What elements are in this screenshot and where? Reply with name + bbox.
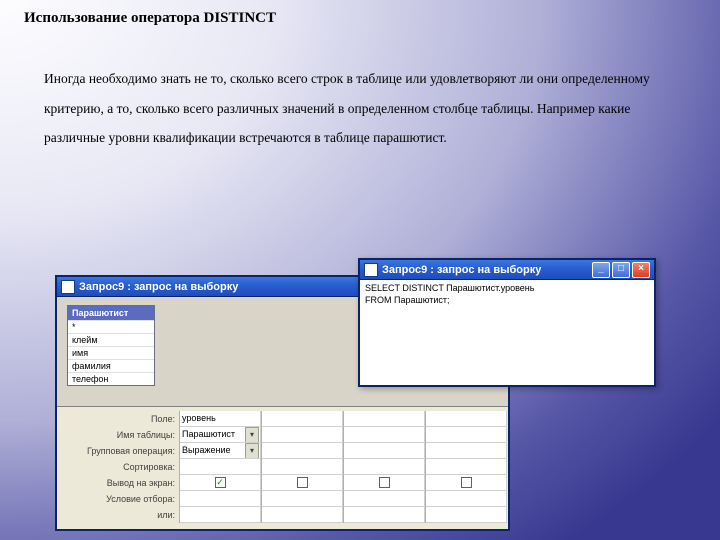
source-table[interactable]: Парашютист * клейм имя фамилия телефон	[67, 305, 155, 386]
table-cell[interactable]: Парашютист	[180, 427, 261, 443]
table-caption: Парашютист	[68, 306, 154, 320]
sql-line: FROM Парашютист;	[365, 295, 649, 307]
sql-view-window: Запрос9 : запрос на выборку _ □ × SELECT…	[358, 258, 656, 387]
field-item[interactable]: фамилия	[68, 359, 154, 372]
grid-row-labels: Поле: Имя таблицы: Групповая операция: С…	[57, 411, 179, 523]
field-item[interactable]: клейм	[68, 333, 154, 346]
field-cell[interactable]: уровень	[180, 411, 261, 427]
page-heading: Использование оператора DISTINCT	[24, 10, 276, 27]
grid-col-0[interactable]: уровень Парашютист Выражение ✓	[179, 411, 261, 523]
win1-title: Запрос9 : запрос на выборку	[79, 281, 238, 293]
body-paragraph: Иногда необходимо знать не то, сколько в…	[44, 64, 676, 153]
or-cell[interactable]	[180, 507, 261, 523]
show-checkbox	[297, 477, 308, 488]
sql-text-area[interactable]: SELECT DISTINCT Парашютист.уровень FROM …	[360, 280, 654, 385]
show-checkbox	[379, 477, 390, 488]
show-checkbox	[461, 477, 472, 488]
criteria-cell[interactable]	[180, 491, 261, 507]
win2-title: Запрос9 : запрос на выборку	[382, 264, 541, 276]
minimize-button[interactable]: _	[592, 262, 610, 278]
sql-line: SELECT DISTINCT Парашютист.уровень	[365, 283, 649, 295]
field-item[interactable]: телефон	[68, 372, 154, 385]
groupop-cell[interactable]: Выражение	[180, 443, 261, 459]
field-item[interactable]: имя	[68, 346, 154, 359]
app-icon	[364, 263, 378, 277]
grid-col-1[interactable]	[261, 411, 343, 523]
grid-col-2[interactable]	[343, 411, 425, 523]
qbe-grid: Поле: Имя таблицы: Групповая операция: С…	[57, 407, 508, 529]
field-item[interactable]: *	[68, 320, 154, 333]
grid-col-3[interactable]	[425, 411, 507, 523]
win2-titlebar[interactable]: Запрос9 : запрос на выборку _ □ ×	[360, 260, 654, 280]
close-button[interactable]: ×	[632, 262, 650, 278]
show-cell[interactable]: ✓	[180, 475, 261, 491]
sort-cell[interactable]	[180, 459, 261, 475]
maximize-button[interactable]: □	[612, 262, 630, 278]
show-checkbox: ✓	[215, 477, 226, 488]
app-icon	[61, 280, 75, 294]
